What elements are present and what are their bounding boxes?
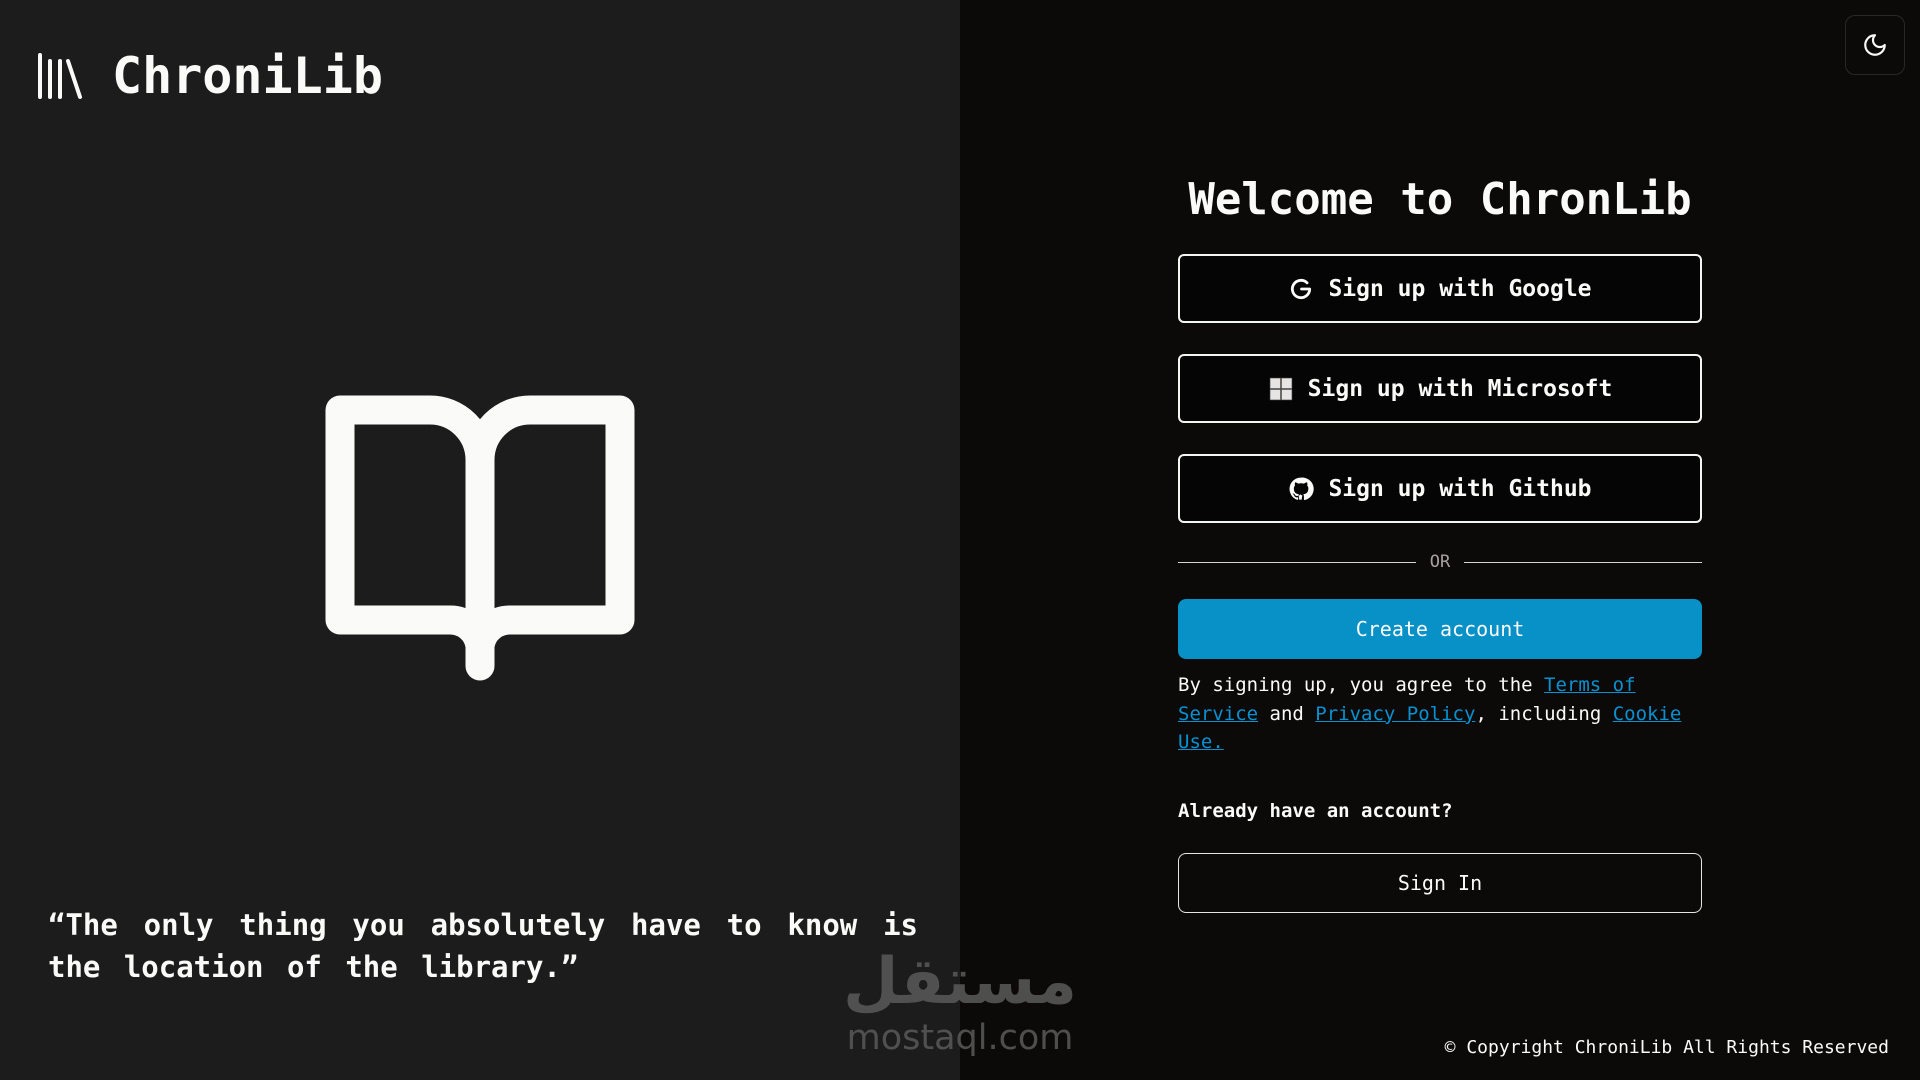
privacy-policy-link[interactable]: Privacy Policy xyxy=(1315,703,1475,725)
google-signup-button[interactable]: Sign up with Google xyxy=(1178,254,1702,323)
create-account-button[interactable]: Create account xyxy=(1178,599,1702,659)
already-have-account-text: Already have an account? xyxy=(1178,799,1453,822)
moon-icon xyxy=(1864,34,1886,56)
microsoft-signup-button[interactable]: Sign up with Microsoft xyxy=(1178,354,1702,423)
terms-prefix: By signing up, you agree to the xyxy=(1178,674,1545,696)
github-signup-label: Sign up with Github xyxy=(1328,475,1592,502)
watermark-arabic: مستقل xyxy=(842,945,1078,1019)
or-divider: OR xyxy=(1178,550,1703,574)
terms-text: By signing up, you agree to the Terms of… xyxy=(1178,671,1702,757)
quote: “The only thing you absolutely have to k… xyxy=(48,908,918,984)
microsoft-signup-label: Sign up with Microsoft xyxy=(1307,375,1613,402)
brand[interactable]: ChroniLib xyxy=(36,48,383,104)
copyright: © Copyright ChroniLib All Rights Reserve… xyxy=(1444,1037,1889,1058)
library-icon xyxy=(38,53,82,99)
divider-line-right xyxy=(1464,561,1703,563)
sign-in-button[interactable]: Sign In xyxy=(1178,852,1702,913)
watermark: مستقل mostaql.com xyxy=(842,946,1078,1062)
google-icon xyxy=(1291,278,1312,299)
terms-and: and xyxy=(1258,702,1316,725)
page-title: Welcome to ChronLib xyxy=(1188,174,1692,225)
watermark-latin: mostaql.com xyxy=(846,1018,1074,1058)
microsoft-icon xyxy=(1269,377,1292,400)
google-signup-label: Sign up with Google xyxy=(1328,275,1592,302)
brand-name: ChroniLib xyxy=(112,47,383,105)
terms-including: , including xyxy=(1475,702,1613,725)
left-panel: ChroniLib “The only thing you absolutely… xyxy=(0,0,960,1080)
theme-toggle-button[interactable] xyxy=(1845,15,1905,75)
github-signup-button[interactable]: Sign up with Github xyxy=(1178,454,1702,523)
signup-form: Welcome to ChronLib Sign up with Google … xyxy=(1178,170,1703,913)
divider-line-left xyxy=(1178,561,1416,563)
github-icon xyxy=(1289,477,1315,500)
book-open-icon xyxy=(325,395,635,681)
divider-text: OR xyxy=(1429,552,1451,572)
